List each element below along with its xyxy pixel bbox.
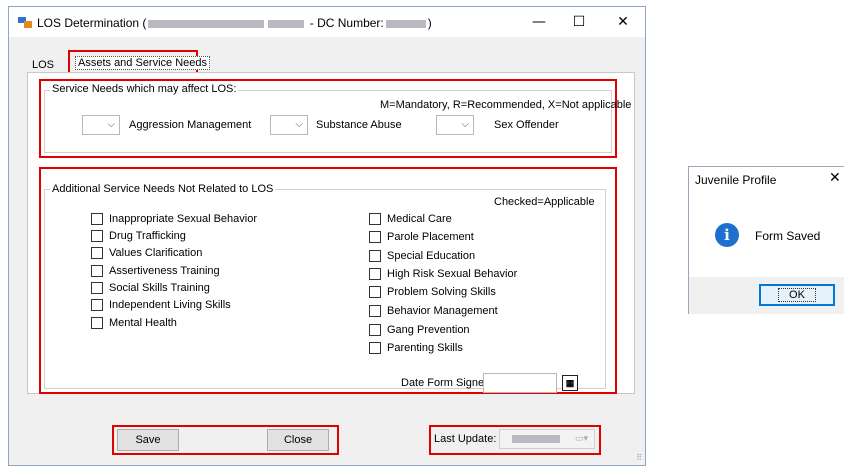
- checkbox-high-risk-sexual-behavior[interactable]: High Risk Sexual Behavior: [369, 268, 517, 284]
- tab-assets-label: Assets and Service Needs: [75, 56, 211, 70]
- checkbox-box[interactable]: [91, 299, 103, 312]
- checkbox-box[interactable]: [369, 268, 381, 281]
- checkbox-box[interactable]: [91, 230, 103, 243]
- checkbox-label: Mental Health: [109, 317, 177, 330]
- checkbox-assertiveness-training[interactable]: Assertiveness Training: [91, 265, 220, 281]
- aggression-management-label: Aggression Management: [129, 119, 252, 131]
- close-form-button[interactable]: Close: [267, 429, 329, 451]
- checkbox-box[interactable]: [91, 213, 103, 226]
- checkbox-label: Drug Trafficking: [109, 230, 186, 243]
- substance-abuse-select[interactable]: ⌵: [270, 115, 308, 135]
- minimize-button[interactable]: —: [517, 7, 561, 37]
- dialog-close-icon[interactable]: ✕: [829, 170, 841, 186]
- checkbox-box[interactable]: [369, 305, 381, 318]
- last-update-field: ▭▾: [499, 429, 595, 449]
- checkbox-label: Independent Living Skills: [109, 299, 231, 312]
- date-form-signed-label: Date Form Signed:: [401, 377, 494, 389]
- checkbox-behavior-management[interactable]: Behavior Management: [369, 305, 498, 321]
- aggression-management-select[interactable]: ⌵: [82, 115, 120, 135]
- close-button[interactable]: ✕: [601, 7, 645, 37]
- checkbox-label: Values Clarification: [109, 247, 203, 260]
- redacted-dc-number: [385, 19, 426, 28]
- app-icon: [18, 17, 32, 28]
- maximize-icon: ☐: [572, 14, 586, 30]
- close-icon: ✕: [617, 14, 629, 30]
- checkbox-label: Assertiveness Training: [109, 265, 220, 278]
- info-icon: i: [715, 223, 739, 247]
- checkbox-box[interactable]: [91, 247, 103, 260]
- checkbox-box[interactable]: [369, 324, 381, 337]
- additional-needs-legend: Checked=Applicable: [494, 196, 595, 208]
- calendar-icon[interactable]: ▦: [562, 375, 578, 391]
- additional-needs-title: Additional Service Needs Not Related to …: [50, 183, 276, 195]
- ok-button[interactable]: OK: [759, 284, 835, 306]
- checkbox-box[interactable]: [369, 213, 381, 226]
- tab-panel: Service Needs which may affect LOS: M=Ma…: [27, 72, 635, 394]
- redacted-name-2: [268, 19, 305, 28]
- checkbox-box[interactable]: [91, 317, 103, 330]
- redacted-date: [512, 435, 560, 443]
- chevron-down-icon: ⌵: [461, 119, 469, 130]
- checkbox-problem-solving-skills[interactable]: Problem Solving Skills: [369, 286, 496, 302]
- checkbox-social-skills-training[interactable]: Social Skills Training: [91, 282, 210, 298]
- checkbox-independent-living-skills[interactable]: Independent Living Skills: [91, 299, 231, 315]
- checkbox-label: Special Education: [387, 250, 476, 263]
- checkbox-label: Medical Care: [387, 213, 452, 226]
- substance-abuse-label: Substance Abuse: [316, 119, 402, 131]
- redacted-name: [148, 19, 265, 28]
- last-update-label: Last Update:: [434, 433, 497, 445]
- dialog-message: Form Saved: [755, 229, 821, 243]
- checkbox-box[interactable]: [369, 250, 381, 263]
- date-form-signed-input[interactable]: [483, 373, 557, 393]
- checkbox-box[interactable]: [91, 282, 103, 295]
- checkbox-parenting-skills[interactable]: Parenting Skills: [369, 342, 463, 358]
- checkbox-label: Problem Solving Skills: [387, 286, 496, 299]
- save-button[interactable]: Save: [117, 429, 179, 451]
- resize-grip-icon[interactable]: ⠿: [636, 453, 642, 462]
- service-needs-title: Service Needs which may affect LOS:: [50, 83, 239, 95]
- checkbox-label: Inappropriate Sexual Behavior: [109, 213, 257, 226]
- title-dc-number: - DC Number:: [309, 16, 384, 30]
- checkbox-inappropriate-sexual-behavior[interactable]: Inappropriate Sexual Behavior: [91, 213, 257, 229]
- checkbox-mental-health[interactable]: Mental Health: [91, 317, 177, 333]
- tab-los[interactable]: LOS: [32, 59, 54, 71]
- dialog-footer: OK: [689, 277, 844, 314]
- sex-offender-select[interactable]: ⌵: [436, 115, 474, 135]
- checkbox-medical-care[interactable]: Medical Care: [369, 213, 452, 229]
- los-determination-window: LOS Determination ( - DC Number:) — ☐ ✕ …: [8, 6, 646, 466]
- checkbox-label: Behavior Management: [387, 305, 498, 318]
- checkbox-box[interactable]: [369, 286, 381, 299]
- service-needs-legend: M=Mandatory, R=Recommended, X=Not applic…: [380, 99, 632, 111]
- title-bar[interactable]: LOS Determination ( - DC Number:) — ☐ ✕: [9, 7, 645, 37]
- checkbox-label: Parole Placement: [387, 231, 474, 244]
- maximize-button[interactable]: ☐: [557, 7, 601, 37]
- checkbox-box[interactable]: [369, 342, 381, 355]
- checkbox-parole-placement[interactable]: Parole Placement: [369, 231, 474, 247]
- checkbox-box[interactable]: [91, 265, 103, 278]
- title-prefix: LOS Determination (: [37, 16, 147, 30]
- ok-label: OK: [778, 288, 816, 302]
- checkbox-label: Gang Prevention: [387, 324, 470, 337]
- checkbox-special-education[interactable]: Special Education: [369, 250, 475, 266]
- checkbox-gang-prevention[interactable]: Gang Prevention: [369, 324, 470, 340]
- minimize-icon: —: [532, 14, 546, 30]
- title-suffix: ): [427, 16, 432, 30]
- checkbox-drug-trafficking[interactable]: Drug Trafficking: [91, 230, 186, 246]
- dialog-title: Juvenile Profile: [695, 173, 777, 187]
- calendar-dropdown-icon: ▭▾: [574, 433, 588, 443]
- checkbox-label: Social Skills Training: [109, 282, 210, 295]
- checkbox-values-clarification[interactable]: Values Clarification: [91, 247, 202, 263]
- checkbox-label: Parenting Skills: [387, 342, 463, 355]
- chevron-down-icon: ⌵: [107, 119, 115, 130]
- window-title: LOS Determination ( - DC Number:): [37, 16, 432, 30]
- chevron-down-icon: ⌵: [295, 119, 303, 130]
- juvenile-profile-dialog: Juvenile Profile ✕ i Form Saved OK: [688, 166, 844, 314]
- checkbox-label: High Risk Sexual Behavior: [387, 268, 518, 281]
- sex-offender-label: Sex Offender: [494, 119, 559, 131]
- checkbox-box[interactable]: [369, 231, 381, 244]
